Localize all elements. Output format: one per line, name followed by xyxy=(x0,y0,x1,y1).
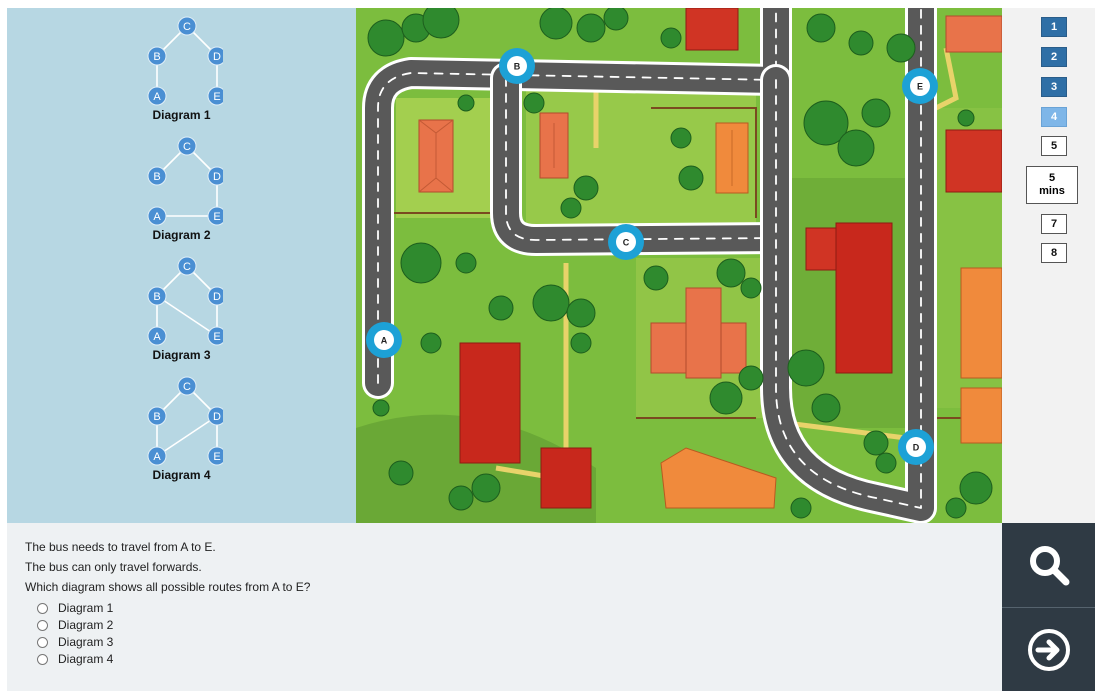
question-1-button[interactable]: 1 xyxy=(1041,17,1067,37)
answer-option-diagram-1[interactable]: Diagram 1 xyxy=(37,601,113,615)
next-button[interactable] xyxy=(1002,608,1095,692)
stop-label-d: D xyxy=(913,443,920,453)
question-4-button[interactable]: 4 xyxy=(1041,107,1067,127)
stop-label-b: B xyxy=(514,62,521,72)
diagram-2-graph: C B D A E xyxy=(147,136,223,226)
arrow-right-circle-icon xyxy=(1027,629,1070,671)
question-3-button[interactable]: 3 xyxy=(1041,77,1067,97)
diagram-4-graph: C B D A E xyxy=(147,376,223,466)
timer-value: 5 xyxy=(1048,172,1056,184)
graph-node-c: C xyxy=(177,256,197,276)
graph-node-label: C xyxy=(183,261,191,273)
graph-node-label: B xyxy=(153,171,160,183)
graph-node-label: D xyxy=(213,291,221,303)
answer-option-diagram-3[interactable]: Diagram 3 xyxy=(37,635,113,649)
graph-node-a: A xyxy=(147,86,167,106)
question-8-button[interactable]: 8 xyxy=(1041,243,1067,263)
graph-node-b: B xyxy=(147,166,167,186)
graph-node-e: E xyxy=(207,206,223,226)
graph-node-c: C xyxy=(177,136,197,156)
graph-node-b: B xyxy=(147,46,167,66)
graph-node-b: B xyxy=(147,286,167,306)
radio-button[interactable] xyxy=(37,636,48,648)
graph-node-label: E xyxy=(213,91,220,103)
radio-button[interactable] xyxy=(37,653,48,665)
town-map-illustration: A B C D E xyxy=(356,8,1002,523)
stop-marker-a: A xyxy=(366,322,402,358)
graph-node-label: B xyxy=(153,411,160,423)
stop-label-c: C xyxy=(623,238,630,248)
diagrams-panel: C B D A E Diagram 1 C B D A E Diagram 2 C B D A E Di… xyxy=(7,8,356,523)
zoom-button[interactable] xyxy=(1002,523,1095,607)
question-navigator: 1 2 3 4 5 5 mins 7 8 xyxy=(1002,8,1095,523)
graph-node-label: D xyxy=(213,411,221,423)
timer-box: 5 mins xyxy=(1026,166,1078,204)
question-line-1: The bus needs to travel from A to E. xyxy=(25,540,216,554)
answer-option-diagram-2[interactable]: Diagram 2 xyxy=(37,618,113,632)
graph-node-label: C xyxy=(183,141,191,153)
graph-node-c: C xyxy=(177,16,197,36)
graph-node-d: D xyxy=(207,46,223,66)
question-line-2: The bus can only travel forwards. xyxy=(25,560,202,574)
diagram-caption: Diagram 2 xyxy=(152,228,211,242)
stop-label-a: A xyxy=(381,336,388,346)
stop-marker-c: C xyxy=(608,224,644,260)
graph-node-label: E xyxy=(213,211,220,223)
question-line-3: Which diagram shows all possible routes … xyxy=(25,580,311,594)
graph-node-e: E xyxy=(207,446,223,466)
graph-node-c: C xyxy=(177,376,197,396)
answer-option-diagram-4[interactable]: Diagram 4 xyxy=(37,652,113,666)
graph-node-label: B xyxy=(153,291,160,303)
graph-node-b: B xyxy=(147,406,167,426)
question-2-button[interactable]: 2 xyxy=(1041,47,1067,67)
question-7-button[interactable]: 7 xyxy=(1041,214,1067,234)
stop-marker-d: D xyxy=(898,429,934,465)
graph-node-label: B xyxy=(153,51,160,63)
diagram-caption: Diagram 3 xyxy=(152,348,211,362)
diagram-caption: Diagram 4 xyxy=(152,468,211,482)
stop-label-e: E xyxy=(917,82,923,92)
stop-marker-b: B xyxy=(499,48,535,84)
answer-option-label: Diagram 1 xyxy=(58,601,114,615)
diagram-caption: Diagram 1 xyxy=(152,108,211,122)
question-5-button[interactable]: 5 xyxy=(1041,136,1067,156)
graph-node-d: D xyxy=(207,286,223,306)
answer-option-label: Diagram 4 xyxy=(58,652,114,666)
radio-button[interactable] xyxy=(37,619,48,631)
graph-node-d: D xyxy=(207,166,223,186)
diagram-3-graph: C B D A E xyxy=(147,256,223,346)
stop-marker-e: E xyxy=(902,68,938,104)
answer-option-label: Diagram 3 xyxy=(58,635,114,649)
graph-node-label: A xyxy=(153,451,161,463)
graph-edge-a-d xyxy=(156,415,218,457)
magnifier-icon xyxy=(1029,546,1069,586)
graph-node-label: C xyxy=(183,21,191,33)
graph-node-label: A xyxy=(153,91,161,103)
answer-option-label: Diagram 2 xyxy=(58,618,114,632)
question-panel: The bus needs to travel from A to E. The… xyxy=(7,523,1002,691)
graph-node-label: A xyxy=(153,211,161,223)
graph-node-a: A xyxy=(147,326,167,346)
graph-node-a: A xyxy=(147,446,167,466)
graph-node-label: D xyxy=(213,51,221,63)
graph-node-a: A xyxy=(147,206,167,226)
graph-node-label: A xyxy=(153,331,161,343)
graph-node-label: E xyxy=(213,451,220,463)
graph-node-e: E xyxy=(207,86,223,106)
radio-button[interactable] xyxy=(37,602,48,614)
graph-node-label: E xyxy=(213,331,220,343)
graph-node-d: D xyxy=(207,406,223,426)
graph-edge-b-e xyxy=(156,295,218,337)
graph-node-label: D xyxy=(213,171,221,183)
diagram-1-graph: C B D A E xyxy=(147,16,223,106)
graph-node-e: E xyxy=(207,326,223,346)
graph-node-label: C xyxy=(183,381,191,393)
timer-unit: mins xyxy=(1039,185,1065,197)
town-map: A B C D E xyxy=(356,8,1002,523)
tools-panel xyxy=(1002,523,1095,691)
